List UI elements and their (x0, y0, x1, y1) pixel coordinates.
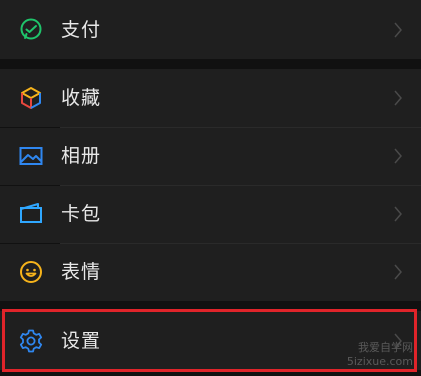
chevron-right-icon (393, 89, 403, 107)
settings-gear-icon (18, 328, 44, 354)
menu-item-label: 相册 (61, 145, 102, 167)
chevron-right-icon (393, 263, 403, 281)
chevron-right-icon (393, 21, 403, 39)
menu-item-stickers[interactable]: 表情 (0, 244, 421, 301)
favorites-cube-icon (18, 85, 44, 111)
section-gap (0, 301, 421, 311)
menu-item-cards[interactable]: 卡包 (0, 186, 421, 243)
chevron-right-icon (393, 205, 403, 223)
card-wallet-icon (18, 201, 44, 227)
watermark-line-2: 5izixue.com (346, 355, 413, 368)
menu-item-label: 收藏 (61, 87, 102, 109)
smiley-sticker-icon (18, 259, 44, 285)
wechat-pay-icon (18, 17, 44, 43)
site-watermark: 我爱自学网 5izixue.com (347, 341, 413, 369)
menu-item-album[interactable]: 相册 (0, 128, 421, 185)
menu-item-label: 设置 (61, 330, 102, 352)
watermark-line-1: 我爱自学网 (358, 341, 413, 354)
section-gap (0, 59, 421, 69)
chevron-right-icon (393, 147, 403, 165)
album-image-icon (18, 143, 44, 169)
menu-item-favorites[interactable]: 收藏 (0, 69, 421, 127)
menu-item-label: 支付 (61, 19, 102, 41)
menu-item-label: 表情 (61, 261, 102, 283)
menu-item-pay[interactable]: 支付 (0, 0, 421, 59)
wechat-me-menu: 支付 收藏 相册 卡包 表情 设置 我爱自学网 5izixue.com (0, 0, 421, 376)
menu-item-label: 卡包 (61, 203, 102, 225)
